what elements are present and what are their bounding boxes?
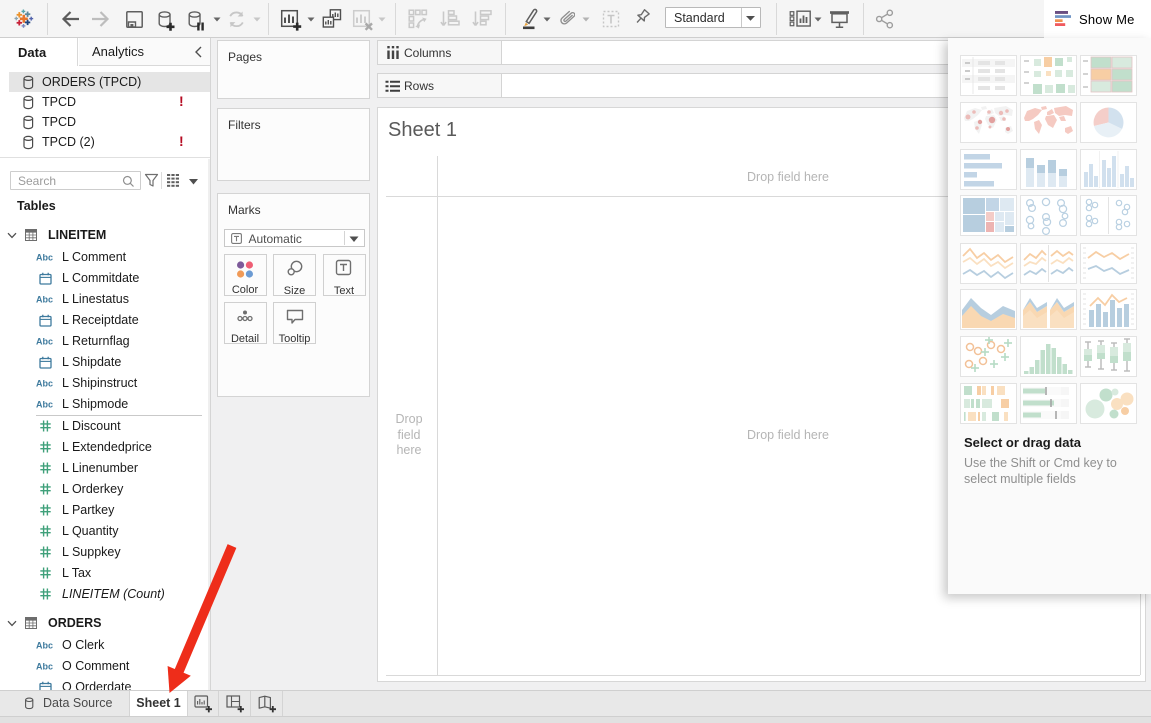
svg-text:Abc: Abc	[36, 378, 53, 388]
svg-text:Abc: Abc	[36, 399, 53, 409]
svg-text:Abc: Abc	[36, 253, 53, 263]
svg-text:Abc: Abc	[36, 661, 53, 671]
svg-text:Abc: Abc	[36, 295, 53, 305]
svg-text:Abc: Abc	[36, 336, 53, 346]
svg-text:Abc: Abc	[36, 640, 53, 650]
